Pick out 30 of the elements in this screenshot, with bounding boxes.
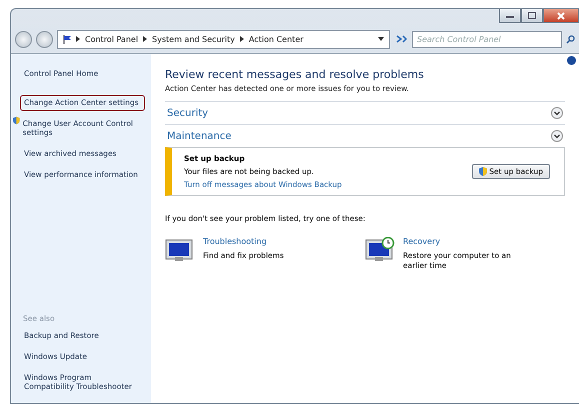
breadcrumb[interactable]: Control Panel <box>85 34 138 44</box>
section-heading[interactable]: Maintenance <box>167 130 232 142</box>
minimize-icon <box>506 14 514 18</box>
close-button[interactable] <box>543 9 579 23</box>
breadcrumb[interactable]: System and Security <box>152 34 235 44</box>
tool-link[interactable]: Troubleshooting <box>203 237 284 248</box>
section-heading[interactable]: Security <box>167 108 208 118</box>
computer-icon <box>165 237 195 263</box>
back-button[interactable] <box>15 30 32 48</box>
address-bar[interactable]: Control Panel System and Security Action Center <box>57 30 390 48</box>
dropdown-icon[interactable] <box>378 37 384 41</box>
arrow-icon <box>240 36 244 42</box>
minimize-button[interactable] <box>499 9 521 23</box>
computer-clock-icon <box>365 237 395 263</box>
flag-icon <box>63 34 71 44</box>
maximize-icon <box>528 12 536 19</box>
maximize-button[interactable] <box>521 9 543 23</box>
chevron-icon[interactable] <box>551 107 563 119</box>
search-icon[interactable] <box>566 34 575 44</box>
forward-button[interactable] <box>36 30 53 48</box>
shield-icon <box>479 167 488 176</box>
arrow-icon <box>143 36 148 42</box>
tool-link[interactable]: Recovery <box>403 237 523 248</box>
chevron-icon[interactable] <box>551 130 563 142</box>
search-field[interactable]: Search Control Panel <box>412 30 562 48</box>
arrow-icon <box>76 36 80 42</box>
shield-icon <box>13 116 20 124</box>
close-icon <box>557 12 565 20</box>
breadcrumb[interactable]: Action Center <box>248 34 304 44</box>
page-title: Review recent messages and resolve problems <box>165 68 425 81</box>
